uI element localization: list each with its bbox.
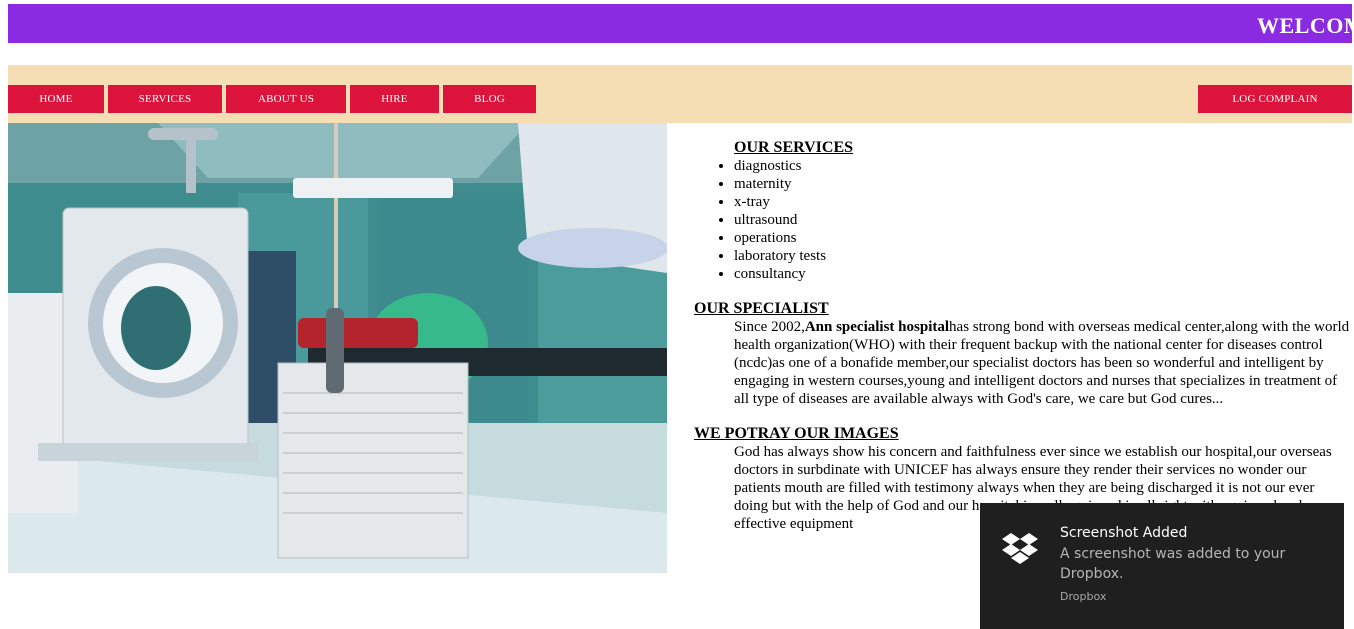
specialist-paragraph: Since 2002,Ann specialist hospitalhas st… (694, 318, 1350, 408)
welcome-banner: WELCOME (8, 4, 1352, 43)
service-item: diagnostics (734, 157, 1350, 175)
nav-about-us-button[interactable]: ABOUT US (226, 85, 346, 113)
services-heading: OUR SERVICES (734, 139, 854, 156)
toast-body: A screenshot was added to your Dropbox. (1060, 546, 1286, 582)
nav-home-button[interactable]: HOME (8, 85, 104, 113)
images-heading: WE POTRAY OUR IMAGES (694, 425, 899, 442)
service-item: laboratory tests (734, 247, 1350, 265)
banner-text: WELCOME (1257, 13, 1352, 38)
service-item: maternity (734, 175, 1350, 193)
specialist-text-start: Since 2002, (734, 319, 805, 335)
nav-blog-button[interactable]: BLOG (443, 85, 536, 113)
dropbox-icon (1002, 533, 1038, 569)
service-item: ultrasound (734, 211, 1350, 229)
toast-app-name: Dropbox (1060, 590, 1107, 603)
service-item: x-tray (734, 193, 1350, 211)
hospital-name: Ann specialist hospital (804, 319, 950, 335)
hospital-scanner-photo (8, 123, 667, 573)
nav-hire-button[interactable]: HIRE (350, 85, 439, 113)
nav-services-button[interactable]: SERVICES (108, 85, 222, 113)
dropbox-notification[interactable]: Screenshot Added A screenshot was added … (980, 503, 1344, 629)
service-item: operations (734, 229, 1350, 247)
service-item: consultancy (734, 265, 1350, 283)
log-complain-button[interactable]: LOG COMPLAIN (1198, 85, 1352, 113)
specialist-heading: OUR SPECIALIST (694, 300, 829, 317)
scanner-room-illustration (8, 123, 667, 573)
toast-title: Screenshot Added (1060, 525, 1188, 541)
main-content: OUR SERVICES diagnostics maternity x-tra… (694, 138, 1350, 533)
nav-bar: HOME SERVICES ABOUT US HIRE BLOG LOG COM… (8, 65, 1352, 123)
